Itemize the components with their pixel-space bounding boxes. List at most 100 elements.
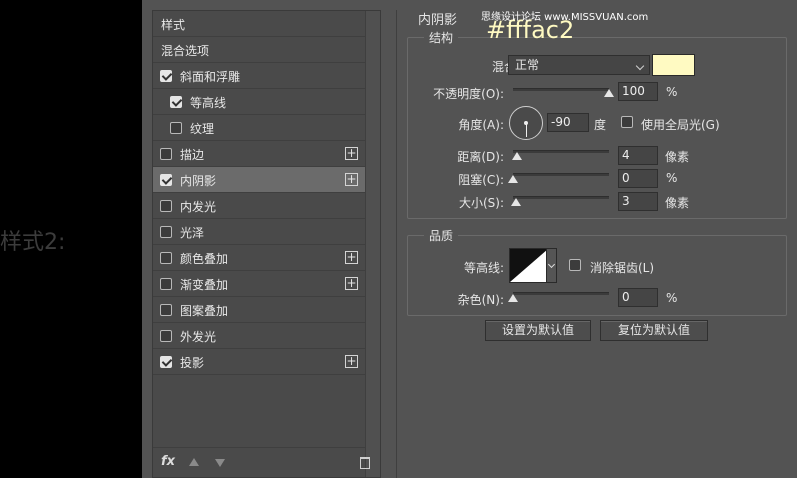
structure-title: 结构 <box>424 29 459 46</box>
size-unit: 像素 <box>665 196 690 210</box>
style-list-item[interactable]: 内发光 <box>153 193 365 219</box>
noise-unit: % <box>666 291 678 305</box>
style-list-item[interactable]: 混合选项 <box>153 37 365 63</box>
style-list-label: 颜色叠加 <box>180 252 229 266</box>
style-list-label: 描边 <box>180 148 205 162</box>
styles-list-panel: 样式混合选项斜面和浮雕等高线纹理描边 + 内阴影 + 内发光光泽颜色叠加 + 渐变叠加 + 图案… <box>152 10 381 478</box>
style-checkbox[interactable] <box>170 122 182 134</box>
distance-slider-thumb[interactable] <box>512 152 522 160</box>
style-list-item[interactable]: 等高线 <box>153 89 365 115</box>
style-list-label: 等高线 <box>190 96 227 110</box>
style-checkbox[interactable] <box>160 330 172 342</box>
add-effect-icon[interactable]: + <box>345 173 358 186</box>
style-list-label: 纹理 <box>190 122 215 136</box>
style-checkbox[interactable] <box>160 174 172 186</box>
choke-slider[interactable] <box>513 173 609 176</box>
styles-scrollbar[interactable] <box>365 11 380 477</box>
style-checkbox[interactable] <box>160 304 172 316</box>
anti-alias-label: 消除锯齿(L) <box>590 261 655 275</box>
style-list-item[interactable]: 渐变叠加 + <box>153 271 365 297</box>
set-default-button[interactable]: 设置为默认值 <box>485 320 591 341</box>
fx-icon[interactable]: fx <box>161 454 175 469</box>
style-checkbox[interactable] <box>160 70 172 82</box>
style-list-label: 混合选项 <box>161 44 210 58</box>
section-title: 内阴影 <box>418 13 458 28</box>
contour-preview <box>510 249 548 282</box>
global-light-checkbox[interactable] <box>621 116 633 128</box>
style-checkbox[interactable] <box>160 278 172 290</box>
style-checkbox[interactable] <box>170 96 182 108</box>
style-list-label: 图案叠加 <box>180 304 229 318</box>
style-list-label: 样式 <box>161 18 186 32</box>
size-label: 大小(S): <box>458 196 504 210</box>
add-effect-icon[interactable]: + <box>345 251 358 264</box>
add-effect-icon[interactable]: + <box>345 277 358 290</box>
opacity-slider-thumb[interactable] <box>604 89 614 97</box>
style-list-item[interactable]: 斜面和浮雕 <box>153 63 365 89</box>
angle-label: 角度(A): <box>458 118 504 132</box>
style-list-label: 内阴影 <box>180 174 217 188</box>
layer-style-dialog: 样式混合选项斜面和浮雕等高线纹理描边 + 内阴影 + 内发光光泽颜色叠加 + 渐变叠加 + 图案… <box>142 0 797 478</box>
chevron-down-icon[interactable] <box>546 249 556 282</box>
choke-slider-thumb[interactable] <box>508 175 518 183</box>
add-effect-icon[interactable]: + <box>345 147 358 160</box>
distance-input[interactable]: 4 <box>618 146 658 165</box>
style-checkbox[interactable] <box>160 200 172 212</box>
style-list-item[interactable]: 光泽 <box>153 219 365 245</box>
style-list-label: 内发光 <box>180 200 217 214</box>
opacity-label: 不透明度(O): <box>433 87 504 101</box>
contour-picker[interactable] <box>509 248 557 283</box>
opacity-unit: % <box>666 85 678 99</box>
move-down-icon[interactable] <box>215 459 225 467</box>
contour-label: 等高线: <box>463 261 504 275</box>
style-checkbox[interactable] <box>160 226 172 238</box>
distance-slider[interactable] <box>513 150 609 153</box>
shadow-color-swatch[interactable] <box>652 54 695 76</box>
quality-title: 品质 <box>424 227 459 244</box>
noise-label: 杂色(N): <box>457 293 504 307</box>
blend-mode-select[interactable]: 正常 <box>508 55 650 75</box>
style-checkbox[interactable] <box>160 148 172 160</box>
choke-input[interactable]: 0 <box>618 169 658 188</box>
noise-input[interactable]: 0 <box>618 288 658 307</box>
watermark: 思缘设计论坛 www.MISSVUAN.com <box>481 12 649 23</box>
style-list-item[interactable]: 颜色叠加 + <box>153 245 365 271</box>
opacity-slider[interactable] <box>513 88 609 91</box>
anti-alias-checkbox[interactable] <box>569 259 581 271</box>
chevron-down-icon <box>635 61 645 71</box>
size-input[interactable]: 3 <box>618 192 658 211</box>
noise-slider[interactable] <box>513 292 609 295</box>
add-effect-icon[interactable]: + <box>345 355 358 368</box>
style-list-label: 外发光 <box>180 330 217 344</box>
style-checkbox[interactable] <box>160 356 172 368</box>
angle-unit: 度 <box>594 118 607 132</box>
style-list-label: 投影 <box>180 356 205 370</box>
style-checkbox[interactable] <box>160 252 172 264</box>
style-list-item[interactable]: 投影 + <box>153 349 365 375</box>
distance-label: 距离(D): <box>457 150 504 164</box>
style-list-label: 光泽 <box>180 226 205 240</box>
style-list-item[interactable]: 图案叠加 <box>153 297 365 323</box>
angle-dial[interactable] <box>509 106 543 140</box>
noise-slider-thumb[interactable] <box>508 294 518 302</box>
opacity-input[interactable]: 100 <box>618 82 658 101</box>
trash-icon[interactable] <box>360 457 370 469</box>
size-slider[interactable] <box>513 196 609 199</box>
styles-footer: fx <box>153 447 370 477</box>
reset-default-button[interactable]: 复位为默认值 <box>600 320 708 341</box>
style-list-item[interactable]: 纹理 <box>153 115 365 141</box>
size-slider-thumb[interactable] <box>511 198 521 206</box>
move-up-icon[interactable] <box>189 458 199 466</box>
choke-unit: % <box>666 171 678 185</box>
distance-unit: 像素 <box>665 150 690 164</box>
style-list-label: 渐变叠加 <box>180 278 229 292</box>
style-list-label: 斜面和浮雕 <box>180 70 241 84</box>
style-list-item[interactable]: 外发光 <box>153 323 365 349</box>
blend-mode-value: 正常 <box>515 58 540 72</box>
style-list-item[interactable]: 样式 <box>153 11 365 37</box>
style-list-item[interactable]: 描边 + <box>153 141 365 167</box>
style-list-item[interactable]: 内阴影 + <box>153 167 365 193</box>
panel-divider <box>396 10 397 478</box>
choke-label: 阻塞(C): <box>458 173 504 187</box>
angle-input[interactable]: -90 <box>547 113 589 132</box>
